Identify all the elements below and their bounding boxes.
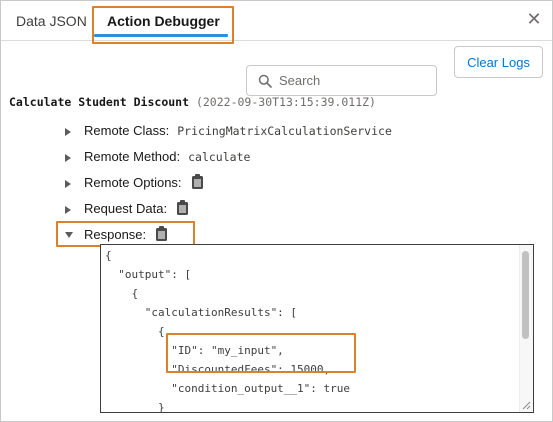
code-line: {: [105, 325, 165, 338]
expand-icon[interactable]: [65, 127, 71, 136]
detail-label: Request Data:: [84, 201, 168, 216]
detail-label: Remote Class:: [84, 123, 170, 138]
tab-data-json[interactable]: Data JSON: [16, 11, 87, 31]
detail-row-request-data[interactable]: Request Data:: [65, 200, 189, 218]
detail-label: Remote Method:: [84, 149, 181, 164]
resize-grip-icon[interactable]: [522, 401, 531, 410]
search-box[interactable]: [246, 65, 437, 96]
log-entry-title: Calculate Student Discount: [9, 95, 190, 109]
expand-icon[interactable]: [65, 179, 71, 188]
log-entry-header[interactable]: Calculate Student Discount (2022-09-30T1…: [9, 95, 549, 111]
scrollbar[interactable]: [519, 245, 533, 412]
detail-value: calculate: [188, 150, 251, 164]
clipboard-icon[interactable]: [191, 174, 203, 190]
action-debugger-panel: Data JSON Action Debugger ✕ Clear Logs C…: [0, 0, 553, 422]
close-icon[interactable]: ✕: [524, 9, 544, 29]
code-line: "condition_output__1": true: [105, 382, 351, 395]
detail-value: PricingMatrixCalculationService: [177, 124, 392, 138]
search-icon: [258, 74, 272, 88]
code-line: }: [105, 401, 165, 413]
code-line: "output": [: [105, 268, 192, 281]
scrollbar-thumb[interactable]: [522, 251, 529, 339]
code-line: {: [105, 249, 112, 262]
discount-highlight-box: [166, 333, 356, 373]
clipboard-icon[interactable]: [177, 200, 189, 216]
expand-icon[interactable]: [65, 205, 71, 214]
detail-label: Remote Options:: [84, 175, 182, 190]
detail-row-remote-options[interactable]: Remote Options:: [65, 174, 203, 192]
search-input[interactable]: [279, 66, 434, 95]
detail-row-remote-method[interactable]: Remote Method: calculate: [65, 148, 250, 166]
clear-logs-button[interactable]: Clear Logs: [454, 46, 543, 78]
expand-icon[interactable]: [65, 153, 71, 162]
code-line: "calculationResults": [: [105, 306, 298, 319]
log-entry-timestamp: (2022-09-30T13:15:39.011Z): [195, 95, 376, 109]
tab-highlight-box: [92, 6, 234, 44]
response-code-area[interactable]: { "output": [ { "calculationResults": [ …: [100, 244, 534, 413]
detail-row-remote-class[interactable]: Remote Class: PricingMatrixCalculationSer…: [65, 122, 392, 140]
tab-bar: Data JSON Action Debugger ✕: [1, 1, 552, 41]
code-line: {: [105, 287, 139, 300]
